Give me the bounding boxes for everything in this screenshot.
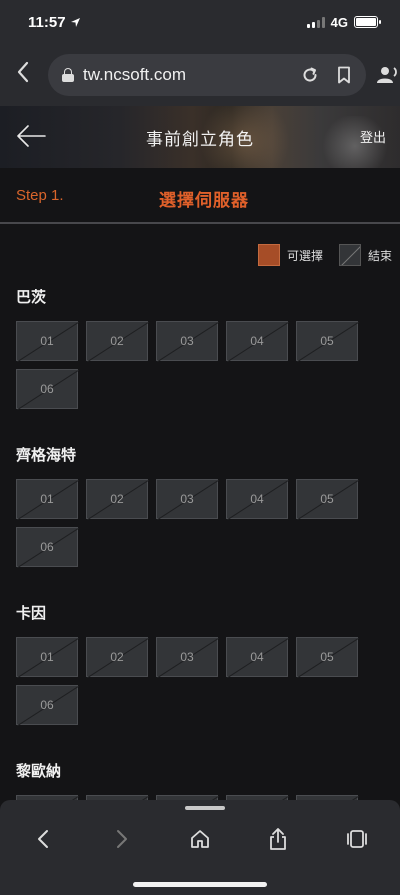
server-button[interactable]: 01 [16, 479, 79, 520]
network-type: 4G [330, 14, 348, 30]
home-indicator [133, 882, 267, 887]
logout-link[interactable]: 登出 [360, 127, 386, 146]
browser-back-button[interactable] [8, 61, 38, 89]
toolbar-tabs-button[interactable] [337, 822, 377, 856]
server-group-name: 黎歐納 [16, 762, 62, 780]
server-number: 04 [250, 334, 264, 348]
server-button[interactable]: 05 [296, 321, 359, 362]
sheet-handle[interactable] [185, 806, 225, 810]
chevron-right-icon [116, 830, 127, 848]
server-grid: 01 02 03 04 05 06 [16, 321, 376, 410]
home-icon [191, 830, 209, 848]
server-button[interactable]: 02 [86, 321, 149, 362]
server-number: 03 [180, 334, 194, 348]
step-header: Step 1. 選擇伺服器 [0, 168, 400, 224]
browser-address-row: tw.ncsoft.com [0, 44, 400, 106]
shared-with-you-button[interactable] [376, 65, 400, 85]
server-group: 巴茨 01 02 03 04 05 06 [16, 286, 386, 410]
server-number: 06 [40, 698, 54, 712]
server-button[interactable]: 04 [226, 479, 289, 520]
server-button[interactable]: 04 [226, 321, 289, 362]
server-group-name: 齊格海特 [16, 446, 77, 464]
server-grid: 01 02 03 04 05 06 [16, 637, 376, 726]
server-button[interactable]: 03 [156, 479, 219, 520]
page-title: 事前創立角色 [146, 130, 254, 150]
status-indicators: 4G [306, 14, 381, 30]
address-bar[interactable]: tw.ncsoft.com [48, 54, 366, 96]
toolbar-home-button[interactable] [180, 822, 220, 856]
chevron-left-icon [38, 830, 49, 848]
server-group: 齊格海特 01 02 03 04 05 06 [16, 444, 386, 568]
legend-closed-swatch [338, 244, 361, 266]
server-number: 05 [320, 492, 334, 506]
legend: 可選擇 結束 [257, 244, 392, 266]
server-number: 01 [40, 650, 54, 664]
server-number: 04 [250, 492, 264, 506]
legend-available-swatch [257, 244, 280, 266]
cellular-signal-icon [306, 16, 325, 28]
server-group-name: 巴茨 [16, 288, 47, 306]
clock: 11:57 [28, 14, 81, 31]
server-number: 02 [110, 334, 124, 348]
server-number: 04 [250, 650, 264, 664]
server-button[interactable]: 03 [156, 321, 219, 362]
server-number: 02 [110, 650, 124, 664]
people-icon [377, 67, 397, 83]
reload-icon [303, 67, 317, 82]
url-text: tw.ncsoft.com [83, 65, 186, 84]
server-number: 03 [180, 492, 194, 506]
location-arrow-icon [70, 17, 80, 27]
server-button[interactable]: 05 [296, 479, 359, 520]
server-group-name: 卡因 [16, 604, 47, 622]
battery-icon [354, 16, 381, 28]
server-number: 01 [40, 492, 54, 506]
share-icon [270, 828, 287, 850]
reload-button[interactable] [300, 65, 320, 85]
server-number: 02 [110, 492, 124, 506]
server-button[interactable]: 02 [86, 637, 149, 678]
server-number: 05 [320, 650, 334, 664]
bookmark-icon [338, 66, 350, 84]
browser-toolbar [0, 800, 400, 895]
server-group: 卡因 01 02 03 04 05 06 [16, 602, 386, 726]
toolbar-back-button[interactable] [23, 822, 63, 856]
server-button[interactable]: 06 [16, 369, 79, 410]
server-button[interactable]: 06 [16, 527, 79, 568]
server-button[interactable]: 04 [226, 637, 289, 678]
server-number: 06 [40, 382, 54, 396]
server-button[interactable]: 02 [86, 479, 149, 520]
server-button[interactable]: 03 [156, 637, 219, 678]
server-button[interactable]: 01 [16, 637, 79, 678]
server-number: 03 [180, 650, 194, 664]
lock-icon [62, 68, 74, 82]
server-button[interactable]: 06 [16, 685, 79, 726]
bookmark-button[interactable] [334, 65, 354, 85]
server-number: 01 [40, 334, 54, 348]
step-title: 選擇伺服器 [159, 191, 249, 211]
step-label: Step 1. [16, 187, 64, 204]
toolbar-forward-button[interactable] [102, 822, 142, 856]
toolbar-share-button[interactable] [258, 822, 298, 856]
server-grid: 01 02 03 04 05 06 [16, 479, 376, 568]
chevron-left-icon [17, 61, 29, 83]
server-number: 05 [320, 334, 334, 348]
server-button[interactable]: 01 [16, 321, 79, 362]
status-time: 11:57 [28, 13, 66, 31]
server-number: 06 [40, 540, 54, 554]
legend-closed-label: 結束 [367, 248, 392, 263]
page-header: 事前創立角色 登出 [0, 106, 400, 168]
legend-available-label: 可選擇 [286, 248, 323, 263]
status-bar: 11:57 4G [0, 0, 400, 44]
tabs-icon [346, 830, 367, 848]
server-button[interactable]: 05 [296, 637, 359, 678]
